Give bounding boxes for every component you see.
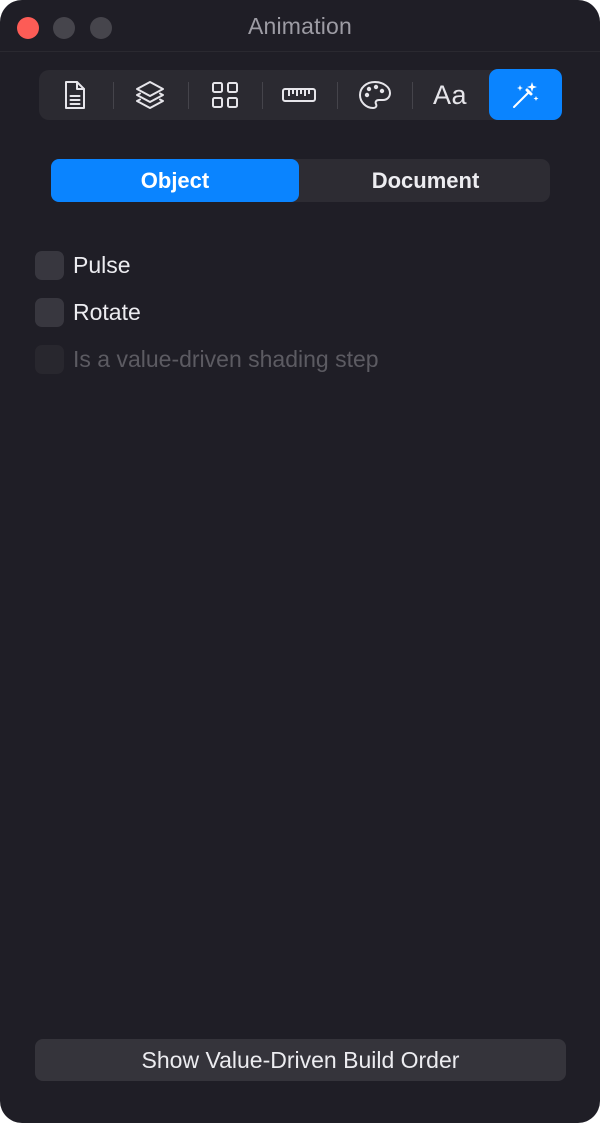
text-format-icon: Aa <box>432 79 468 110</box>
object-document-segmented-control: Object Document <box>51 159 550 202</box>
magic-wand-icon <box>510 79 542 111</box>
ruler-icon <box>281 86 317 104</box>
toolbar-divider <box>262 82 263 109</box>
tool-appearance[interactable] <box>345 70 405 120</box>
shading-step-checkbox <box>35 344 64 374</box>
tool-size[interactable] <box>269 70 329 120</box>
toolbar-divider <box>412 82 413 109</box>
palette-icon <box>358 80 392 110</box>
shading-step-label: Is a value-driven shading step <box>73 345 379 372</box>
shading-step-option: Is a value-driven shading step <box>35 344 379 374</box>
tool-layers[interactable] <box>120 70 180 120</box>
pulse-checkbox[interactable] <box>35 250 64 280</box>
animation-panel-window: Animation Aa Object Document Pulse Rotat… <box>0 0 600 1123</box>
toolbar-divider <box>113 82 114 109</box>
segment-document[interactable]: Document <box>301 159 550 202</box>
document-icon <box>63 80 87 110</box>
inspector-toolbar: Aa <box>39 69 562 120</box>
tool-document[interactable] <box>45 70 105 120</box>
segment-object[interactable]: Object <box>51 159 299 202</box>
tool-animate[interactable] <box>489 69 562 120</box>
show-build-order-button[interactable]: Show Value-Driven Build Order <box>35 1039 566 1081</box>
toolbar-divider <box>188 82 189 109</box>
tool-arrange[interactable] <box>195 70 255 120</box>
pulse-label: Pulse <box>73 251 131 278</box>
grid-icon <box>211 81 239 109</box>
title-bar: Animation <box>0 0 600 52</box>
pulse-option[interactable]: Pulse <box>35 250 131 280</box>
layers-icon <box>134 79 166 111</box>
window-title: Animation <box>247 13 353 39</box>
tool-text[interactable]: Aa <box>420 70 480 120</box>
rotate-option[interactable]: Rotate <box>35 297 141 327</box>
toolbar-divider <box>337 82 338 109</box>
rotate-checkbox[interactable] <box>35 297 64 327</box>
rotate-label: Rotate <box>73 298 141 325</box>
